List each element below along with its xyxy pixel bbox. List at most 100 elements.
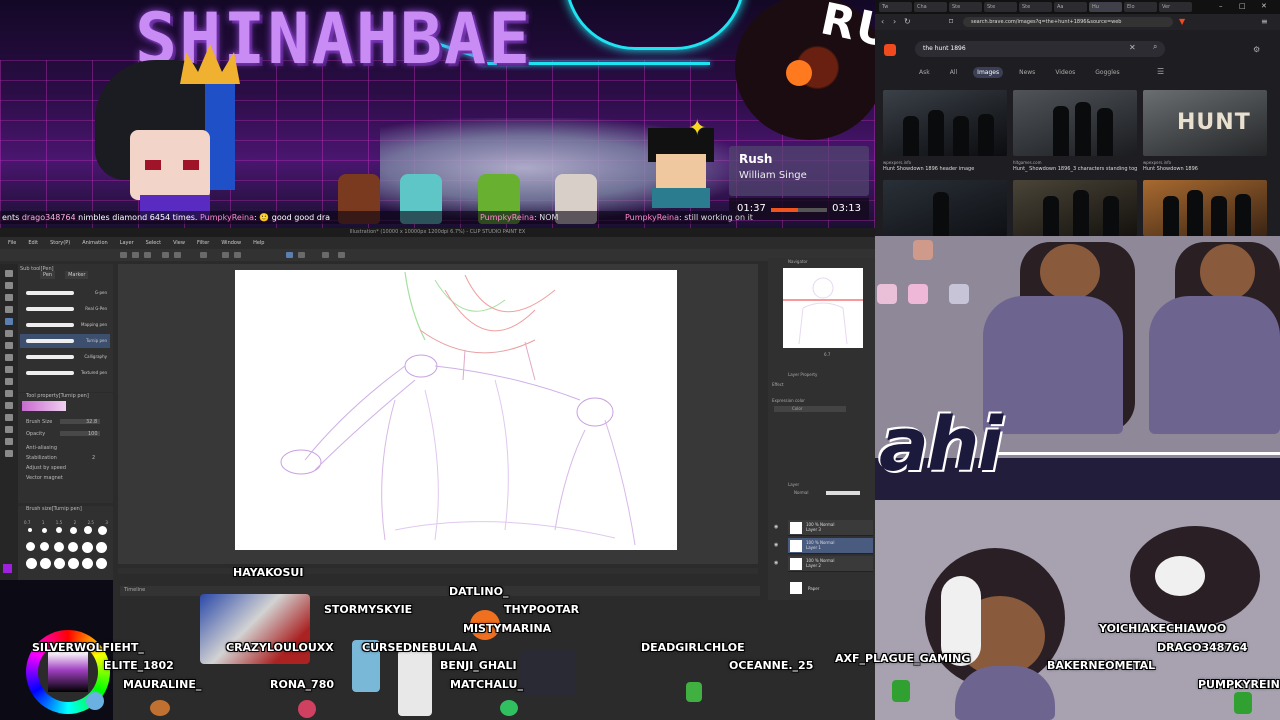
browser-tab-active[interactable]: Hu xyxy=(1089,2,1122,12)
redo-icon[interactable] xyxy=(174,252,181,258)
menu-help[interactable]: Help xyxy=(253,238,264,248)
browser-tab[interactable]: Ste xyxy=(1019,2,1052,12)
clear-icon[interactable] xyxy=(200,252,207,258)
tab-videos[interactable]: Videos xyxy=(1051,67,1079,78)
browser-tab[interactable]: Cha xyxy=(914,2,947,12)
browser-tab[interactable]: Aa xyxy=(1054,2,1087,12)
airbrush-icon[interactable] xyxy=(5,354,13,361)
brush-item[interactable]: Textured pen xyxy=(20,366,110,380)
brush-tool-icon[interactable] xyxy=(5,342,13,349)
layer-row[interactable]: ◉ 100 % Normal Layer 3 xyxy=(774,520,873,536)
move-tool-icon[interactable] xyxy=(5,282,13,289)
bookmark-icon[interactable]: ⌑ xyxy=(949,17,953,26)
reload-icon[interactable]: ↻ xyxy=(904,17,911,26)
menu-story[interactable]: Story(P) xyxy=(50,238,70,248)
size-dot[interactable] xyxy=(68,542,78,552)
size-dot[interactable] xyxy=(26,558,37,569)
expression-color-select[interactable]: Color xyxy=(774,406,846,412)
selection-tool-icon[interactable] xyxy=(5,294,13,301)
fill-tool-icon[interactable] xyxy=(5,390,13,397)
menu-filter[interactable]: Filter xyxy=(197,238,209,248)
size-dot[interactable] xyxy=(42,528,47,533)
browser-tab[interactable]: Ver xyxy=(1159,2,1192,12)
browser-tab[interactable]: Ste xyxy=(949,2,982,12)
size-dot[interactable] xyxy=(96,558,107,569)
main-color-swatch[interactable] xyxy=(3,564,12,573)
pen-tool-icon[interactable] xyxy=(5,318,13,325)
tab-images[interactable]: Images xyxy=(973,67,1004,78)
size-dot[interactable] xyxy=(82,558,93,569)
layer-row[interactable]: ◉ 100 % Normal Layer 2 xyxy=(774,556,873,572)
brush-item[interactable]: G-pen xyxy=(20,286,110,300)
undo-icon[interactable] xyxy=(162,252,169,258)
navigator-preview[interactable] xyxy=(783,268,863,348)
size-dot[interactable] xyxy=(40,558,51,569)
brave-shield-icon[interactable]: ▼ xyxy=(1179,17,1185,26)
save-icon[interactable] xyxy=(144,252,151,258)
url-field[interactable]: search.brave.com/images?q=the+hunt+1896&… xyxy=(963,17,1173,27)
browser-tab[interactable]: Elo xyxy=(1124,2,1157,12)
eyedropper-icon[interactable] xyxy=(5,306,13,313)
size-dot[interactable] xyxy=(26,542,35,551)
open-icon[interactable] xyxy=(132,252,139,258)
result-title[interactable]: Hunt Showdown 1896 header image xyxy=(883,166,1007,172)
image-result[interactable] xyxy=(1013,90,1137,156)
zoom-value[interactable]: 6.7 xyxy=(824,352,830,357)
blend-tool-icon[interactable] xyxy=(5,378,13,385)
size-dot[interactable] xyxy=(98,526,107,535)
brush-item-selected[interactable]: Turnip pen xyxy=(20,334,110,348)
tab-ask[interactable]: Ask xyxy=(915,67,934,78)
size-dot[interactable] xyxy=(82,542,93,553)
tab-pen[interactable]: Pen xyxy=(40,271,56,279)
brush-item[interactable]: Mapping pen xyxy=(20,318,110,332)
settings-icon[interactable] xyxy=(338,252,345,258)
layer-row-selected[interactable]: ◉ 100 % Normal Layer 1 xyxy=(774,538,873,554)
tab-marker[interactable]: Marker xyxy=(65,271,89,279)
grid-icon[interactable] xyxy=(322,252,329,258)
image-result[interactable]: HUNT xyxy=(1143,90,1267,156)
clear-icon[interactable]: ✕ xyxy=(1129,43,1136,52)
brush-item[interactable]: Real G-Pen xyxy=(20,302,110,316)
layer-opacity-slider[interactable] xyxy=(826,491,860,495)
menu-edit[interactable]: Edit xyxy=(28,238,38,248)
balloon-icon[interactable] xyxy=(5,438,13,445)
correct-line-icon[interactable] xyxy=(5,450,13,457)
filter-icon[interactable]: ☰ xyxy=(1157,67,1164,76)
size-dot[interactable] xyxy=(56,527,62,533)
menu-layer[interactable]: Layer xyxy=(120,238,134,248)
gear-icon[interactable]: ⚙ xyxy=(1253,45,1260,54)
search-input[interactable]: the hunt 1896 xyxy=(915,41,1165,57)
blend-mode-select[interactable]: Normal xyxy=(794,490,808,495)
brush-item[interactable]: Calligraphy xyxy=(20,350,110,364)
snap-icon[interactable] xyxy=(286,252,293,258)
eye-icon[interactable]: ◉ xyxy=(774,542,778,548)
size-dot[interactable] xyxy=(28,528,32,532)
size-dot[interactable] xyxy=(84,526,92,534)
tab-all[interactable]: All xyxy=(946,67,961,78)
pencil-tool-icon[interactable] xyxy=(5,330,13,337)
image-result[interactable] xyxy=(1143,180,1267,236)
image-result[interactable] xyxy=(883,90,1007,156)
search-icon[interactable]: ⌕ xyxy=(1153,42,1157,52)
adjust-speed-checkbox[interactable]: Adjust by speed xyxy=(26,465,66,471)
size-dot[interactable] xyxy=(54,542,64,552)
tab-goggles[interactable]: Goggles xyxy=(1091,67,1123,78)
size-dot[interactable] xyxy=(40,542,49,551)
drawing-canvas[interactable] xyxy=(235,270,677,550)
size-dot[interactable] xyxy=(68,558,79,569)
close-icon[interactable]: ✕ xyxy=(1261,2,1267,10)
menu-file[interactable]: File xyxy=(8,238,16,248)
size-dot[interactable] xyxy=(96,542,107,553)
forward-icon[interactable]: › xyxy=(893,17,896,26)
menu-view[interactable]: View xyxy=(173,238,185,248)
menu-icon[interactable]: ≡ xyxy=(1261,17,1268,26)
ruler-icon[interactable] xyxy=(298,252,305,258)
menu-select[interactable]: Select xyxy=(146,238,161,248)
deselect-icon[interactable] xyxy=(234,252,241,258)
figure-tool-icon[interactable] xyxy=(5,414,13,421)
back-icon[interactable]: ‹ xyxy=(881,17,884,26)
menu-animation[interactable]: Animation xyxy=(82,238,108,248)
canvas-scrollbar[interactable] xyxy=(118,568,758,574)
new-file-icon[interactable] xyxy=(120,252,127,258)
eraser-icon[interactable] xyxy=(5,366,13,373)
